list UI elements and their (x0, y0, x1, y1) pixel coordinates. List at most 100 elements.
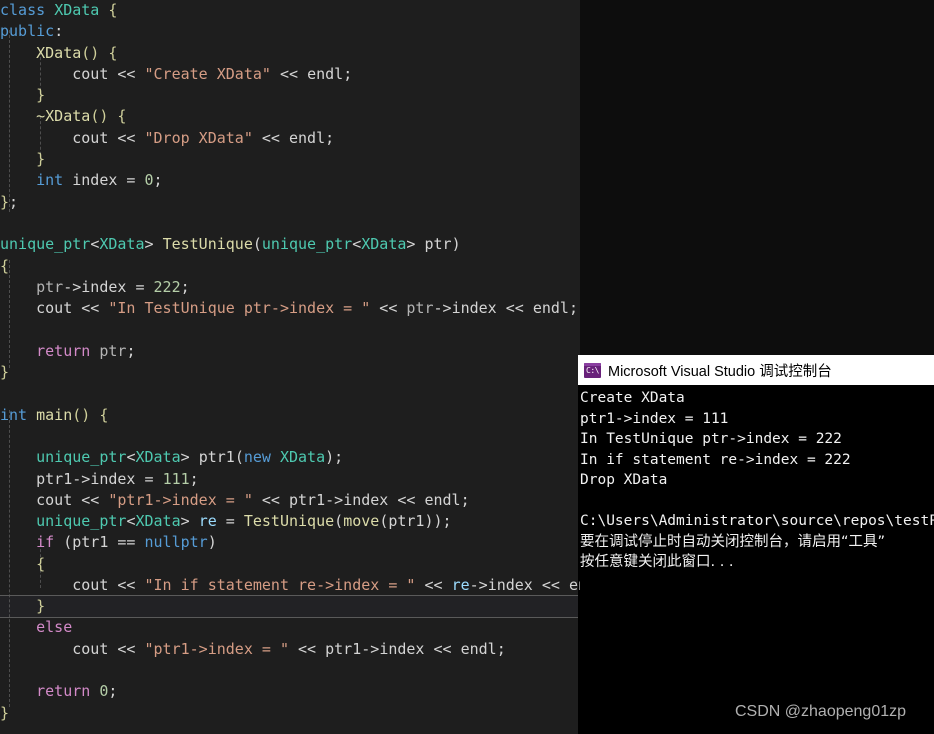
code-token: () { (72, 405, 109, 424)
code-token: endl (307, 64, 344, 83)
code-line-text: unique_ptr<XData> TestUnique(unique_ptr<… (0, 235, 461, 253)
code-token: << (252, 490, 289, 509)
code-line-text: ptr1->index = 111; (0, 470, 199, 488)
code-line[interactable]: return ptr; (0, 341, 580, 362)
code-line[interactable] (0, 660, 580, 681)
code-token: << (424, 639, 461, 658)
code-lines[interactable]: class XData {public: XData() { cout << "… (0, 0, 580, 724)
code-token: ) (207, 533, 217, 552)
code-token: TestUnique (162, 235, 253, 254)
code-line[interactable]: ptr1->index = 111; (0, 469, 580, 490)
code-line[interactable]: } (0, 149, 580, 170)
code-line[interactable]: cout << "In if statement re->index = " <… (0, 575, 580, 596)
code-token: unique_ptr (261, 235, 353, 254)
code-line[interactable]: public: (0, 21, 580, 42)
code-token: () { (81, 43, 118, 62)
code-line[interactable]: else (0, 617, 580, 638)
code-token: ptr1 (388, 512, 425, 531)
code-token: ( (252, 235, 262, 254)
code-line[interactable]: ptr->index = 222; (0, 277, 580, 298)
code-token: move (343, 512, 380, 531)
code-line[interactable]: unique_ptr<XData> TestUnique(unique_ptr<… (0, 234, 580, 255)
code-token: > (180, 448, 199, 467)
code-line[interactable]: } (0, 362, 580, 383)
code-line[interactable]: ~XData() { (0, 106, 580, 127)
code-line[interactable]: { (0, 256, 580, 277)
code-line[interactable]: unique_ptr<XData> ptr1(new XData); (0, 447, 580, 468)
code-line-text: } (0, 86, 45, 104)
code-token: class (0, 1, 55, 19)
code-line-text: { (0, 257, 9, 275)
code-token: < (352, 235, 362, 254)
console-window-title: Microsoft Visual Studio 调试控制台 (608, 363, 832, 380)
code-line[interactable]: } (0, 85, 580, 106)
code-editor-pane[interactable]: class XData {public: XData() { cout << "… (0, 0, 580, 734)
code-token: = (216, 512, 244, 531)
code-line[interactable]: int index = 0; (0, 170, 580, 191)
code-line[interactable]: if (ptr1 == nullptr) (0, 532, 580, 553)
code-line[interactable]: return 0; (0, 681, 580, 702)
code-line[interactable]: cout << "Drop XData" << endl; (0, 128, 580, 149)
code-token: () { (90, 107, 127, 126)
code-token: ( (234, 448, 244, 467)
code-line[interactable]: unique_ptr<XData> re = TestUnique(move(p… (0, 511, 580, 532)
code-token: "In if statement re->index = " (144, 576, 416, 595)
code-line[interactable]: XData() { (0, 43, 580, 64)
code-token: = (117, 171, 145, 190)
code-token: << (108, 64, 145, 83)
code-token: cout (72, 64, 109, 83)
code-token: index (343, 490, 389, 509)
code-line[interactable]: { (0, 554, 580, 575)
code-line[interactable]: } (0, 595, 580, 619)
code-token: << (108, 128, 145, 147)
code-token: endl (532, 299, 569, 318)
code-token: ptr1 (289, 490, 326, 509)
debug-console-window[interactable]: C:\ Microsoft Visual Studio 调试控制台 Create… (578, 355, 934, 734)
code-token: } (0, 363, 10, 382)
code-line-text: } (0, 150, 45, 168)
code-token: -> (63, 277, 82, 296)
code-token: ptr (406, 299, 434, 318)
code-token: index (451, 299, 497, 318)
code-line[interactable] (0, 383, 580, 404)
console-titlebar[interactable]: C:\ Microsoft Visual Studio 调试控制台 (578, 355, 934, 385)
code-line[interactable]: }; (0, 192, 580, 213)
code-line[interactable]: cout << "In TestUnique ptr->index = " <<… (0, 298, 580, 319)
code-token: unique_ptr (0, 235, 91, 254)
code-line[interactable] (0, 319, 580, 340)
code-line[interactable] (0, 426, 580, 447)
code-token: ptr1 (36, 469, 73, 488)
code-token: new (243, 448, 271, 467)
code-line[interactable]: cout << "ptr1->index = " << ptr1->index … (0, 490, 580, 511)
code-line-text: int index = 0; (0, 171, 162, 190)
code-token: endl (424, 490, 461, 509)
console-output: Create XData ptr1->index = 111 In TestUniq… (578, 385, 934, 573)
code-token: { (99, 1, 118, 19)
code-token: unique_ptr (36, 512, 127, 531)
code-line[interactable]: cout << "ptr1->index = " << ptr1->index … (0, 639, 580, 660)
code-token: endl (289, 128, 326, 147)
console-line: In if statement re->index = 222 (580, 451, 851, 468)
code-token: << (72, 299, 109, 318)
watermark-text: CSDN @zhaopeng01zp (735, 703, 907, 720)
code-line[interactable]: int main() { (0, 405, 580, 426)
code-line[interactable]: class XData { (0, 0, 580, 21)
code-line[interactable]: cout << "Create XData" << endl; (0, 64, 580, 85)
code-token: XData (361, 235, 407, 254)
code-line[interactable] (0, 213, 580, 234)
code-token: -> (325, 490, 344, 509)
code-line[interactable]: } (0, 703, 580, 724)
code-token: int (0, 405, 28, 424)
code-line-text: cout << "ptr1->index = " << ptr1->index … (0, 640, 506, 658)
code-token: "Create XData" (144, 64, 271, 83)
code-token: } (36, 597, 46, 616)
code-token: { (36, 554, 46, 573)
